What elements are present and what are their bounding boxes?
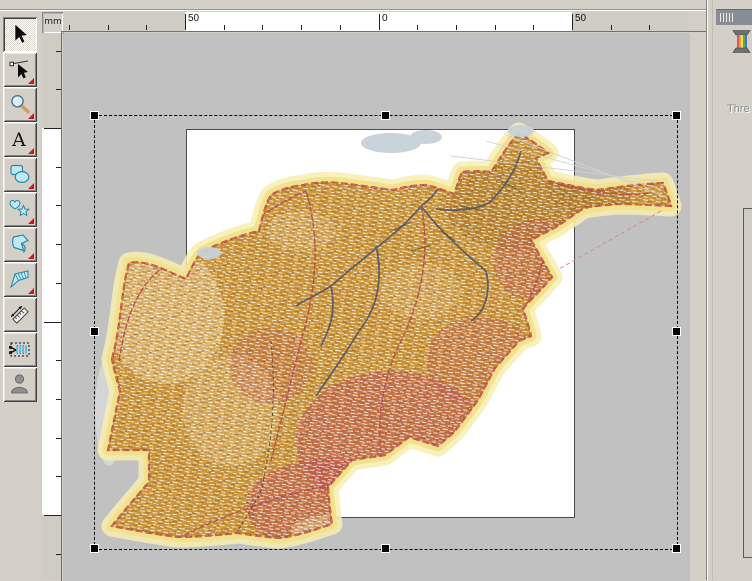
- ruler-tick: [495, 25, 496, 30]
- top-groove-highlight: [0, 10, 710, 11]
- ruler-label: 0: [382, 14, 388, 24]
- thread-section-label: Thre: [727, 103, 750, 115]
- selection-handle[interactable]: [672, 111, 681, 120]
- ruler-label: 0: [41, 310, 44, 316]
- tool-button-portrait[interactable]: [3, 367, 37, 402]
- ruler-tick: [44, 322, 61, 323]
- ruler-tick: [108, 25, 109, 30]
- thread-spool-button[interactable]: [730, 29, 752, 55]
- grip-lines-icon: [720, 13, 733, 22]
- ruler-tick: [456, 25, 457, 30]
- tool-palette: A: [0, 0, 41, 580]
- selection-handle[interactable]: [381, 111, 390, 120]
- tool-button-fancy-shapes[interactable]: [3, 192, 37, 227]
- tool-button-point-edit[interactable]: [3, 52, 37, 87]
- ruler-tick: [611, 25, 612, 30]
- tool-button-text[interactable]: A: [3, 122, 37, 157]
- application-window: A: [0, 0, 752, 580]
- outline-shape-icon: [8, 232, 32, 256]
- portrait-icon: [8, 372, 32, 396]
- ruler-tick: [224, 25, 225, 30]
- panel-edge-line: [712, 0, 713, 580]
- ruler-tick: [379, 14, 380, 30]
- magnifier-icon: [8, 92, 32, 116]
- shapes-icon: [8, 162, 32, 186]
- tool-button-select[interactable]: [3, 17, 37, 52]
- ruler-tick: [340, 25, 341, 30]
- ruler-label: 50: [188, 14, 199, 24]
- tool-button-shapes[interactable]: [3, 157, 37, 192]
- selection-handle[interactable]: [90, 544, 99, 553]
- tool-button-measure[interactable]: [3, 297, 37, 332]
- ruler-label: 50: [41, 498, 44, 509]
- ruler-tick: [533, 25, 534, 30]
- heart-star-icon: [8, 197, 32, 221]
- selection-handle[interactable]: [672, 544, 681, 553]
- stitch-scissors-icon: [8, 337, 32, 361]
- thread-spool-icon: [730, 29, 752, 55]
- selection-handle[interactable]: [381, 544, 390, 553]
- sewing-attributes-panel: Thre: [708, 0, 752, 580]
- svg-text:A: A: [11, 129, 26, 151]
- tool-button-fill-stitch[interactable]: [3, 262, 37, 297]
- ruler-tick: [301, 25, 302, 30]
- panel-drag-grip[interactable]: [716, 9, 752, 25]
- ruler-tick: [44, 128, 61, 129]
- selection-handle[interactable]: [90, 327, 99, 336]
- ruler-tick: [417, 25, 418, 30]
- ruler-tick: [44, 515, 61, 516]
- ruler-label: 50: [41, 111, 44, 122]
- canvas-frame: [61, 31, 708, 581]
- ruler-tick: [185, 14, 186, 30]
- fill-stitch-icon: [8, 267, 32, 291]
- ruler-tick: [649, 25, 650, 30]
- ruler-tick: [69, 25, 70, 30]
- selection-handle[interactable]: [90, 111, 99, 120]
- tool-button-stitch-select[interactable]: [3, 332, 37, 367]
- horizontal-ruler: 50 0 50: [63, 12, 688, 32]
- point-edit-icon: [8, 57, 32, 81]
- vertical-ruler: 50 0 50: [41, 33, 62, 580]
- tool-button-outline-shape[interactable]: [3, 227, 37, 262]
- ruler-tick: [572, 14, 573, 30]
- design-canvas[interactable]: [63, 33, 690, 581]
- ruler-tick: [146, 25, 147, 30]
- select-arrow-icon: [8, 22, 32, 46]
- ruler-label: 50: [575, 14, 586, 24]
- selection-rectangle[interactable]: [94, 115, 678, 550]
- tool-button-zoom[interactable]: [3, 87, 37, 122]
- measure-ruler-icon: [8, 302, 32, 326]
- ruler-tick: [262, 25, 263, 30]
- selection-handle[interactable]: [672, 327, 681, 336]
- text-tool-icon: A: [8, 127, 32, 151]
- thread-list-box[interactable]: [743, 208, 752, 558]
